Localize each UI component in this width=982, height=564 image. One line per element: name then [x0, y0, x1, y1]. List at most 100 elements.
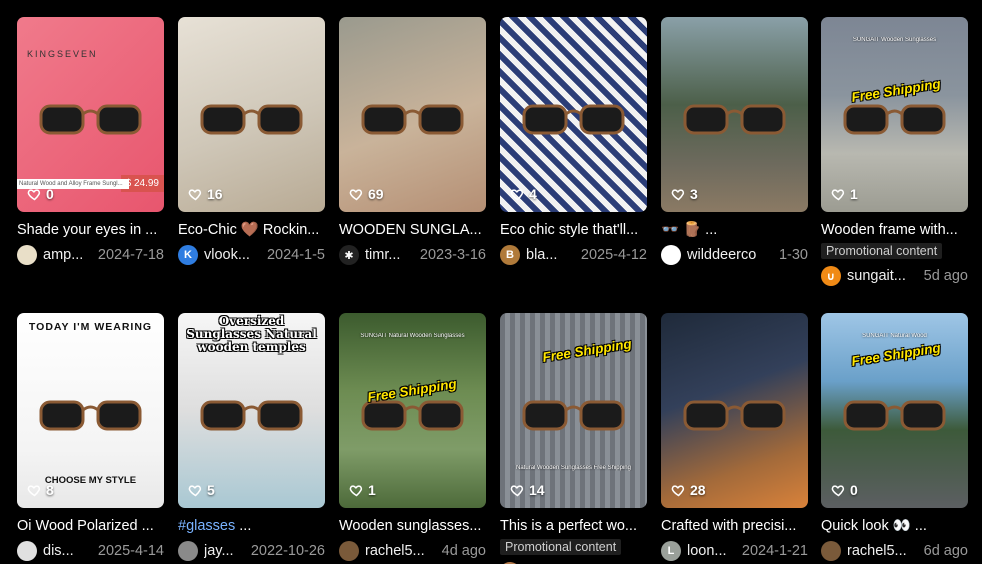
author-row[interactable]: jay... 2022-10-26 — [178, 540, 325, 562]
like-count-value: 8 — [46, 482, 54, 498]
like-count-value: 69 — [368, 186, 384, 202]
video-card[interactable]: 28 Crafted with precisi... Lloon... 2024-1-… — [661, 313, 808, 562]
video-thumbnail[interactable]: Oversized Sunglasses Natural wooden temp… — [178, 313, 325, 508]
sunglasses-image — [39, 102, 142, 136]
video-thumbnail[interactable]: SUNGAIT Natural Wooden Sunglasses Free Sh… — [339, 313, 486, 508]
author-row[interactable]: Bbla... 2025-4-12 — [500, 244, 647, 266]
video-title[interactable]: Shade your eyes in ... — [17, 221, 164, 239]
author-name[interactable]: jay... — [204, 543, 245, 559]
like-count-value: 0 — [46, 186, 54, 202]
sunglasses-image — [200, 102, 303, 136]
video-card[interactable]: SUNGAIT Wooden Sunglasses Free Shipping 1 W… — [821, 17, 968, 287]
author-name[interactable]: amp... — [43, 247, 92, 263]
heart-outline-icon — [671, 483, 686, 498]
avatar[interactable]: K — [178, 245, 198, 265]
author-name[interactable]: timr... — [365, 247, 414, 263]
video-thumbnail[interactable]: SUNGAIT Natural Wood Free Shipping 0 — [821, 313, 968, 508]
author-name[interactable]: sungait... — [847, 268, 918, 284]
video-thumbnail[interactable]: 16 — [178, 17, 325, 212]
video-thumbnail[interactable]: KINGSEVEN $ 24.99 Natural Wood and Alloy F… — [17, 17, 164, 212]
avatar[interactable] — [339, 541, 359, 561]
author-row[interactable]: Kvlook... 2024-1-5 — [178, 244, 325, 266]
like-count: 14 — [510, 482, 545, 498]
video-card[interactable]: TODAY I'M WEARING CHOOSE MY STYLE 8 Oi Wood… — [17, 313, 164, 562]
hashtag-link[interactable]: #glasses — [178, 518, 235, 534]
avatar[interactable] — [178, 541, 198, 561]
avatar[interactable]: ∪ — [821, 266, 841, 286]
video-thumbnail[interactable]: 69 — [339, 17, 486, 212]
heart-outline-icon — [188, 187, 203, 202]
video-title[interactable]: Wooden sunglasses... — [339, 517, 486, 535]
like-count: 69 — [349, 186, 384, 202]
author-name[interactable]: bla... — [526, 247, 575, 263]
video-card[interactable]: 3 👓 🪵 ... wilddeerco 1-30 — [661, 17, 808, 266]
video-title-text: Wooden frame with... — [821, 222, 958, 238]
heart-outline-icon — [349, 483, 364, 498]
sunglasses-image — [843, 398, 946, 432]
video-thumbnail[interactable]: 3 — [661, 17, 808, 212]
heart-outline-icon — [510, 483, 525, 498]
post-date: 5d ago — [923, 268, 968, 284]
like-count: 0 — [831, 482, 858, 498]
video-title[interactable]: Crafted with precisi... — [661, 517, 808, 535]
like-count: 28 — [671, 482, 706, 498]
author-row[interactable]: rachel5... 6d ago — [821, 540, 968, 562]
video-title[interactable]: #glasses ... — [178, 517, 325, 535]
author-name[interactable]: rachel5... — [847, 543, 918, 559]
video-thumbnail[interactable]: SUNGAIT Wooden Sunglasses Free Shipping 1 — [821, 17, 968, 212]
author-name[interactable]: vlook... — [204, 247, 261, 263]
video-title[interactable]: Quick look 👀 ... — [821, 517, 968, 535]
video-title[interactable]: This is a perfect wo... — [500, 517, 647, 535]
avatar[interactable] — [821, 541, 841, 561]
avatar[interactable] — [661, 245, 681, 265]
video-card[interactable]: Natural Wooden Sunglasses Free Shipping F… — [500, 313, 647, 564]
video-title[interactable]: 👓 🪵 ... — [661, 221, 808, 239]
video-card[interactable]: KINGSEVEN $ 24.99 Natural Wood and Alloy F… — [17, 17, 164, 266]
video-title[interactable]: Eco chic style that'll... — [500, 221, 647, 239]
heart-outline-icon — [27, 187, 42, 202]
author-row[interactable]: wilddeerco 1-30 — [661, 244, 808, 266]
like-count: 1 — [349, 482, 376, 498]
avatar[interactable]: B — [500, 245, 520, 265]
video-card[interactable]: 4 Eco chic style that'll... Bbla... 2025-4-… — [500, 17, 647, 266]
video-title-text: Eco chic style that'll... — [500, 222, 639, 238]
video-title-text: This is a perfect wo... — [500, 518, 637, 534]
author-name[interactable]: rachel5... — [365, 543, 436, 559]
video-card[interactable]: 16 Eco-Chic 🤎 Rockin... Kvlook... 2024-1-5 — [178, 17, 325, 266]
video-card[interactable]: SUNGAIT Natural Wooden Sunglasses Free Sh… — [339, 313, 486, 562]
sunglasses-image — [39, 398, 142, 432]
author-row[interactable]: dis... 2025-4-14 — [17, 540, 164, 562]
video-thumbnail[interactable]: TODAY I'M WEARING CHOOSE MY STYLE 8 — [17, 313, 164, 508]
post-date: 2024-1-5 — [266, 247, 325, 263]
author-row[interactable]: ∪ sungait... 5d ago — [821, 265, 968, 287]
like-count-value: 28 — [690, 482, 706, 498]
author-name[interactable]: wilddeerco — [687, 247, 773, 263]
author-row[interactable]: ✱ timr... 2023-3-16 — [339, 244, 486, 266]
video-card[interactable]: Oversized Sunglasses Natural wooden temp… — [178, 313, 325, 562]
video-card[interactable]: SUNGAIT Natural Wood Free Shipping 0 Quick … — [821, 313, 968, 562]
video-card[interactable]: 69 WOODEN SUNGLA... ✱ timr... 2023-3-16 — [339, 17, 486, 266]
video-title[interactable]: Eco-Chic 🤎 Rockin... — [178, 221, 325, 239]
avatar[interactable] — [17, 541, 37, 561]
author-row[interactable]: Lloon... 2024-1-21 — [661, 540, 808, 562]
video-title[interactable]: Wooden frame with... — [821, 221, 968, 239]
video-thumbnail[interactable]: 28 — [661, 313, 808, 508]
author-row[interactable]: amp... 2024-7-18 — [17, 244, 164, 266]
like-count: 5 — [188, 482, 215, 498]
video-title[interactable]: WOODEN SUNGLA... — [339, 221, 486, 239]
sunglasses-image — [683, 102, 786, 136]
post-date: 6d ago — [923, 543, 968, 559]
avatar[interactable]: L — [661, 541, 681, 561]
video-thumbnail[interactable]: 4 — [500, 17, 647, 212]
like-count: 4 — [510, 186, 537, 202]
heart-outline-icon — [27, 483, 42, 498]
author-name[interactable]: loon... — [687, 543, 736, 559]
avatar[interactable] — [17, 245, 37, 265]
author-name[interactable]: dis... — [43, 543, 92, 559]
heart-outline-icon — [188, 483, 203, 498]
avatar[interactable]: ✱ — [339, 245, 359, 265]
author-row[interactable]: rachel5... 4d ago — [339, 540, 486, 562]
video-title[interactable]: Oi Wood Polarized ... — [17, 517, 164, 535]
post-date: 2022-10-26 — [250, 543, 325, 559]
video-thumbnail[interactable]: Natural Wooden Sunglasses Free Shipping F… — [500, 313, 647, 508]
